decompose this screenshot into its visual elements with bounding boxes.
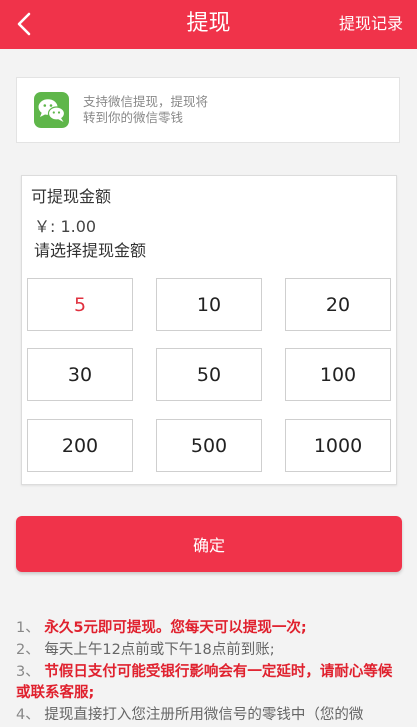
wechat-description: 支持微信提现，提现将 转到你的微信零钱 xyxy=(83,94,263,126)
select-amount-hint: 请选择提现金额 xyxy=(34,241,147,260)
available-amount-label: 可提现金额 xyxy=(31,187,112,206)
amount-option-20[interactable]: 20 xyxy=(285,278,391,331)
amount-option-100[interactable]: 100 xyxy=(285,348,391,401)
note-number: 1、 xyxy=(16,620,40,636)
note-number: 4、 xyxy=(16,707,40,723)
amount-option-30[interactable]: 30 xyxy=(27,348,133,401)
amount-option-200[interactable]: 200 xyxy=(27,419,133,472)
amount-option-1000[interactable]: 1000 xyxy=(285,419,391,472)
amount-option-10[interactable]: 10 xyxy=(156,278,262,331)
amount-option-500[interactable]: 500 xyxy=(156,419,262,472)
confirm-button[interactable]: 确定 xyxy=(16,516,402,572)
withdraw-notes: 1、 永久5元即可提现。您每天可以提现一次; 2、 每天上午12点前或下午18点… xyxy=(16,618,402,727)
note-number: 3、 xyxy=(16,664,40,680)
amount-option-5[interactable]: 5 xyxy=(27,278,133,331)
withdraw-records-link[interactable]: 提现记录 xyxy=(339,0,403,49)
available-balance: ￥: 1.00 xyxy=(34,217,97,236)
note-item: 3、 节假日支付可能受银行影响会有一定延时，请耐心等候或联系客服; xyxy=(16,662,402,704)
wechat-description-line2: 转到你的微信零钱 xyxy=(83,110,184,125)
amount-option-50[interactable]: 50 xyxy=(156,348,262,401)
note-item: 1、 永久5元即可提现。您每天可以提现一次; xyxy=(16,618,402,639)
note-text: 提现直接打入您注册所用微信号的零钱中（您的微 xyxy=(44,707,364,723)
note-item: 2、 每天上午12点前或下午18点前到账; xyxy=(16,640,402,661)
note-text: 永久5元即可提现。您每天可以提现一次; xyxy=(44,620,307,636)
top-bar: 提现 提现记录 xyxy=(0,0,417,49)
wechat-icon xyxy=(34,92,69,128)
note-item: 4、 提现直接打入您注册所用微信号的零钱中（您的微 xyxy=(16,705,402,726)
note-text: 节假日支付可能受银行影响会有一定延时，请耐心等候或联系客服; xyxy=(16,664,393,701)
amount-card: 可提现金额 ￥: 1.00 请选择提现金额 5 10 20 30 50 100 … xyxy=(21,175,397,485)
wechat-info-card: 支持微信提现，提现将 转到你的微信零钱 xyxy=(16,77,400,143)
note-text: 每天上午12点前或下午18点前到账; xyxy=(44,642,275,658)
wechat-description-line1: 支持微信提现，提现将 xyxy=(83,94,209,109)
note-number: 2、 xyxy=(16,642,40,658)
